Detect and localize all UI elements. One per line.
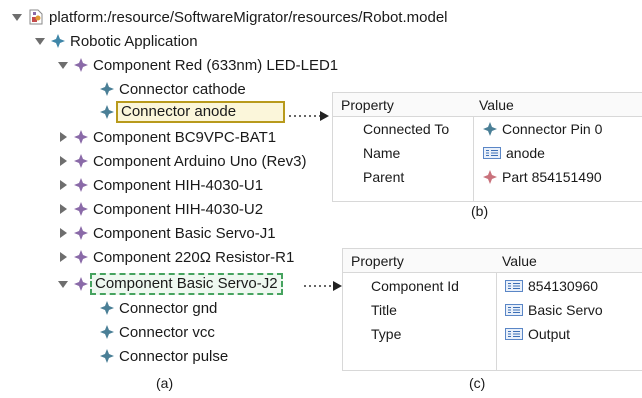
part-icon: [483, 169, 497, 184]
tree-item-component[interactable]: Component 220Ω Resistor-R1: [57, 246, 294, 268]
connector-icon: [100, 82, 114, 96]
model-tree: platform:/resource/SoftwareMigrator/reso…: [0, 0, 448, 370]
caption-b: (b): [471, 203, 489, 219]
column-header-property[interactable]: Property: [333, 93, 394, 116]
property-key: Type: [371, 325, 402, 342]
tree-root-row[interactable]: platform:/resource/SoftwareMigrator/reso…: [11, 6, 448, 28]
collapse-toggle-icon[interactable]: [57, 179, 69, 191]
collapse-toggle-icon[interactable]: [57, 251, 69, 263]
text-value-icon: [505, 279, 523, 292]
component-icon: [74, 250, 88, 264]
tree-item-component-led[interactable]: Component Red (633nm) LED-LED1: [57, 54, 338, 76]
table-row[interactable]: Name anode: [333, 141, 642, 164]
table-row[interactable]: Type Output: [343, 322, 642, 345]
tree-item-component[interactable]: Component Arduino Uno (Rev3): [57, 150, 306, 172]
component-icon: [74, 277, 88, 291]
component-icon: [74, 178, 88, 192]
expand-toggle-icon[interactable]: [34, 35, 46, 47]
component-icon: [74, 226, 88, 240]
component-icon: [74, 202, 88, 216]
properties-table-b: Property Value Connected To Connector Pi…: [332, 92, 642, 202]
column-header-property[interactable]: Property: [343, 249, 404, 272]
tree-item-label: Component BC9VPC-BAT1: [93, 128, 277, 146]
tree-item-connector[interactable]: Connector vcc: [100, 321, 215, 343]
tree-item-connector-selected[interactable]: Connector anode: [100, 101, 285, 123]
tree-item-connector[interactable]: Connector cathode: [100, 78, 246, 100]
property-value: Output: [528, 325, 571, 342]
tree-item-label: Robotic Application: [70, 32, 198, 50]
collapse-toggle-icon[interactable]: [57, 227, 69, 239]
table-header: Property Value: [343, 249, 642, 273]
connector-icon: [100, 349, 114, 363]
connector-icon: [100, 105, 114, 119]
table-row[interactable]: Component Id 854130960: [343, 274, 642, 297]
tree-root-label: platform:/resource/SoftwareMigrator/reso…: [49, 8, 448, 26]
selected-connector-label: Connector anode: [116, 101, 285, 123]
expand-toggle-icon[interactable]: [57, 59, 69, 71]
table-row[interactable]: Connected To Connector Pin 0: [333, 117, 642, 140]
tree-item-label: Component HIH-4030-U2: [93, 200, 264, 218]
property-value: Part 854151490: [502, 168, 602, 185]
arrow-to-table-c: [304, 281, 342, 291]
table-row[interactable]: Parent Part 854151490: [333, 165, 642, 188]
tree-item-label: Component HIH-4030-U1: [93, 176, 264, 194]
collapse-toggle-icon[interactable]: [57, 155, 69, 167]
tree-item-component-selected[interactable]: Component Basic Servo-J2: [57, 273, 283, 295]
caption-a: (a): [156, 375, 174, 391]
tree-item-app[interactable]: Robotic Application: [34, 30, 198, 52]
property-value: Basic Servo: [528, 301, 603, 318]
connector-icon: [100, 301, 114, 315]
component-icon: [74, 58, 88, 72]
tree-item-label: Component Basic Servo-J1: [93, 224, 276, 242]
tree-item-label: Component Arduino Uno (Rev3): [93, 152, 307, 170]
tree-item-component[interactable]: Component BC9VPC-BAT1: [57, 126, 276, 148]
table-header: Property Value: [333, 93, 642, 117]
tree-item-label: Connector pulse: [119, 347, 229, 365]
component-icon: [74, 130, 88, 144]
component-icon: [74, 154, 88, 168]
column-header-value[interactable]: Value: [479, 93, 514, 116]
properties-table-c: Property Value Component Id 854130960 Ti…: [342, 248, 642, 371]
property-value: Connector Pin 0: [502, 120, 603, 137]
tree-item-connector[interactable]: Connector pulse: [100, 345, 228, 367]
text-value-icon: [505, 303, 523, 316]
text-value-icon: [483, 146, 501, 159]
text-value-icon: [505, 327, 523, 340]
tree-item-component[interactable]: Component HIH-4030-U2: [57, 198, 263, 220]
selected-component-label: Component Basic Servo-J2: [90, 273, 283, 295]
model-file-icon: [28, 9, 44, 25]
tree-item-component[interactable]: Component HIH-4030-U1: [57, 174, 263, 196]
collapse-toggle-icon[interactable]: [57, 203, 69, 215]
property-key: Name: [363, 144, 401, 161]
tree-item-label: Connector vcc: [119, 323, 215, 341]
connector-icon: [100, 325, 114, 339]
table-row[interactable]: Title Basic Servo: [343, 298, 642, 321]
column-header-value[interactable]: Value: [502, 249, 537, 272]
application-icon: [51, 34, 65, 48]
tree-item-label: Connector gnd: [119, 299, 218, 317]
tree-item-label: Component Red (633nm) LED-LED1: [93, 56, 339, 74]
property-key: Title: [371, 301, 397, 318]
property-value: anode: [506, 144, 545, 161]
property-key: Parent: [363, 168, 405, 185]
caption-c: (c): [469, 375, 486, 391]
tree-item-connector[interactable]: Connector gnd: [100, 297, 217, 319]
tree-item-component[interactable]: Component Basic Servo-J1: [57, 222, 276, 244]
property-key: Component Id: [371, 277, 459, 294]
property-key: Connected To: [363, 120, 450, 137]
arrow-to-table-b: [289, 111, 329, 121]
collapse-toggle-icon[interactable]: [57, 131, 69, 143]
expand-toggle-icon[interactable]: [11, 11, 23, 23]
expand-toggle-icon[interactable]: [57, 278, 69, 290]
connector-icon: [483, 121, 497, 136]
tree-item-label: Connector cathode: [119, 80, 246, 98]
property-value: 854130960: [528, 277, 599, 294]
tree-item-label: Component 220Ω Resistor-R1: [93, 248, 295, 266]
